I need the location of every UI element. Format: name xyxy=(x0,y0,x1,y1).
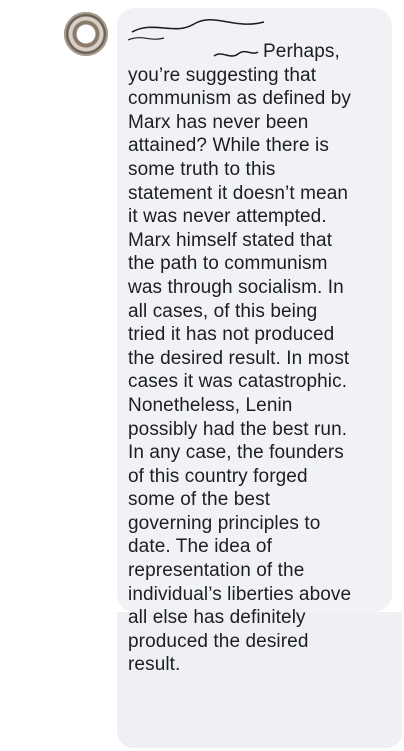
comment-line: it was never attempted. xyxy=(128,206,327,228)
comment-line: statement it doesn’t mean xyxy=(128,182,349,204)
comment-line: the desired result. In most xyxy=(128,347,350,369)
comment-line: In any case, the founders xyxy=(128,442,344,464)
comment-text: Perhaps, you’re suggesting that communis… xyxy=(128,40,393,677)
comment-line: communism as defined by xyxy=(128,88,352,110)
comment-line: Marx himself stated that xyxy=(128,229,333,251)
comment-line: of this country forged xyxy=(128,465,308,487)
comment-line: produced the desired xyxy=(128,630,309,652)
comment-line: some of the best xyxy=(128,489,271,511)
comment-line: was through socialism. In xyxy=(128,276,344,298)
comment-line: representation of the xyxy=(128,560,305,582)
comment-line: individual’s liberties above xyxy=(128,583,352,605)
comment-line: all cases, of this being xyxy=(128,300,318,322)
comment-line: result. xyxy=(128,654,181,676)
comment-line: all else has definitely xyxy=(128,607,306,629)
comment-line: cases it was catastrophic. xyxy=(128,371,348,393)
comment-line: Perhaps, xyxy=(263,41,340,62)
comment-line: governing principles to xyxy=(128,512,321,534)
comment-line: possibly had the best run. xyxy=(128,418,348,440)
comment-line: Nonetheless, Lenin xyxy=(128,394,293,416)
comment-line: some truth to this xyxy=(128,158,276,180)
comment-line: the path to communism xyxy=(128,253,328,275)
comment-line: date. The idea of xyxy=(128,536,272,558)
commenter-avatar[interactable] xyxy=(64,12,108,56)
comment-line: Marx has never been xyxy=(128,111,309,133)
comment-line: tried it has not produced xyxy=(128,324,335,346)
comment-line: you’re suggesting that xyxy=(128,64,317,86)
comment-line: attained? While there is xyxy=(128,135,329,157)
